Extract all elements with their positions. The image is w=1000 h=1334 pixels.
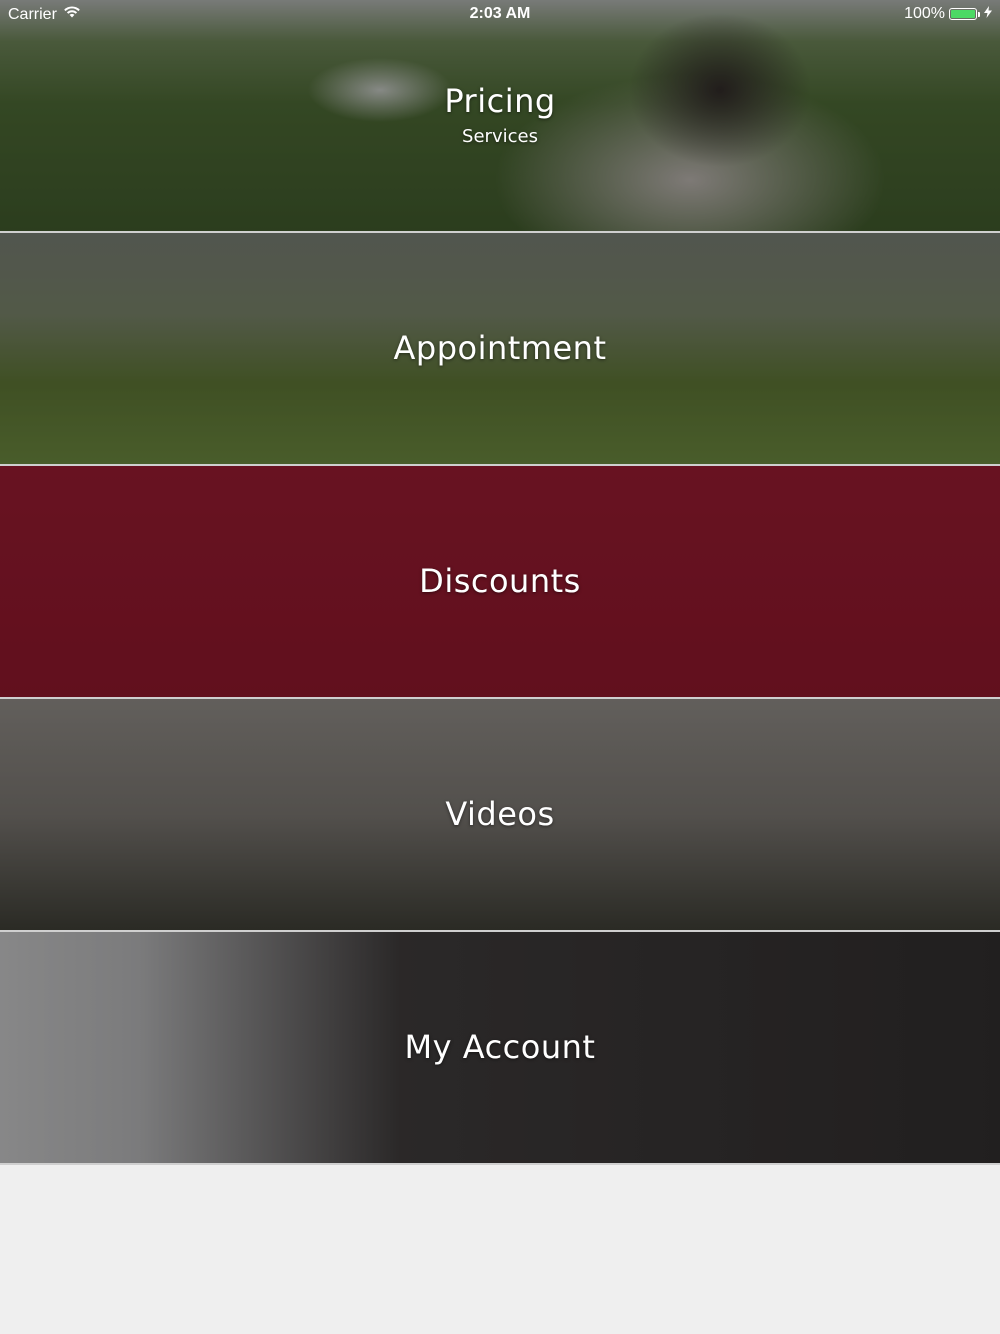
battery-icon (949, 8, 977, 20)
account-label-group: My Account (0, 932, 1000, 1163)
menu-item-my-account[interactable]: My Account (0, 932, 1000, 1165)
battery-tip (978, 11, 980, 17)
menu-item-title: Appointment (393, 328, 607, 367)
menu-item-appointment[interactable]: Appointment (0, 233, 1000, 466)
menu-list: Pricing Services Appointment Discounts V… (0, 0, 1000, 1165)
menu-item-title: My Account (404, 1027, 596, 1066)
battery-percent: 100% (904, 5, 945, 22)
status-time: 2:03 AM (469, 5, 531, 22)
pricing-label-group: Pricing Services (0, 0, 1000, 231)
charging-bolt-icon (984, 5, 992, 23)
menu-item-subtitle: Services (462, 125, 538, 147)
menu-item-pricing[interactable]: Pricing Services (0, 0, 1000, 233)
menu-item-title: Pricing (444, 82, 556, 121)
status-right: 100% (904, 5, 992, 23)
battery-fill (951, 10, 975, 18)
appointment-label-group: Appointment (0, 233, 1000, 464)
empty-content-area (0, 1165, 1000, 1334)
menu-item-title: Videos (445, 794, 555, 833)
videos-label-group: Videos (0, 699, 1000, 930)
menu-item-title: Discounts (419, 561, 581, 600)
discounts-label-group: Discounts (0, 466, 1000, 697)
status-bar: Carrier 2:03 AM 100% (0, 0, 1000, 28)
menu-item-videos[interactable]: Videos (0, 699, 1000, 932)
menu-item-discounts[interactable]: Discounts (0, 466, 1000, 699)
